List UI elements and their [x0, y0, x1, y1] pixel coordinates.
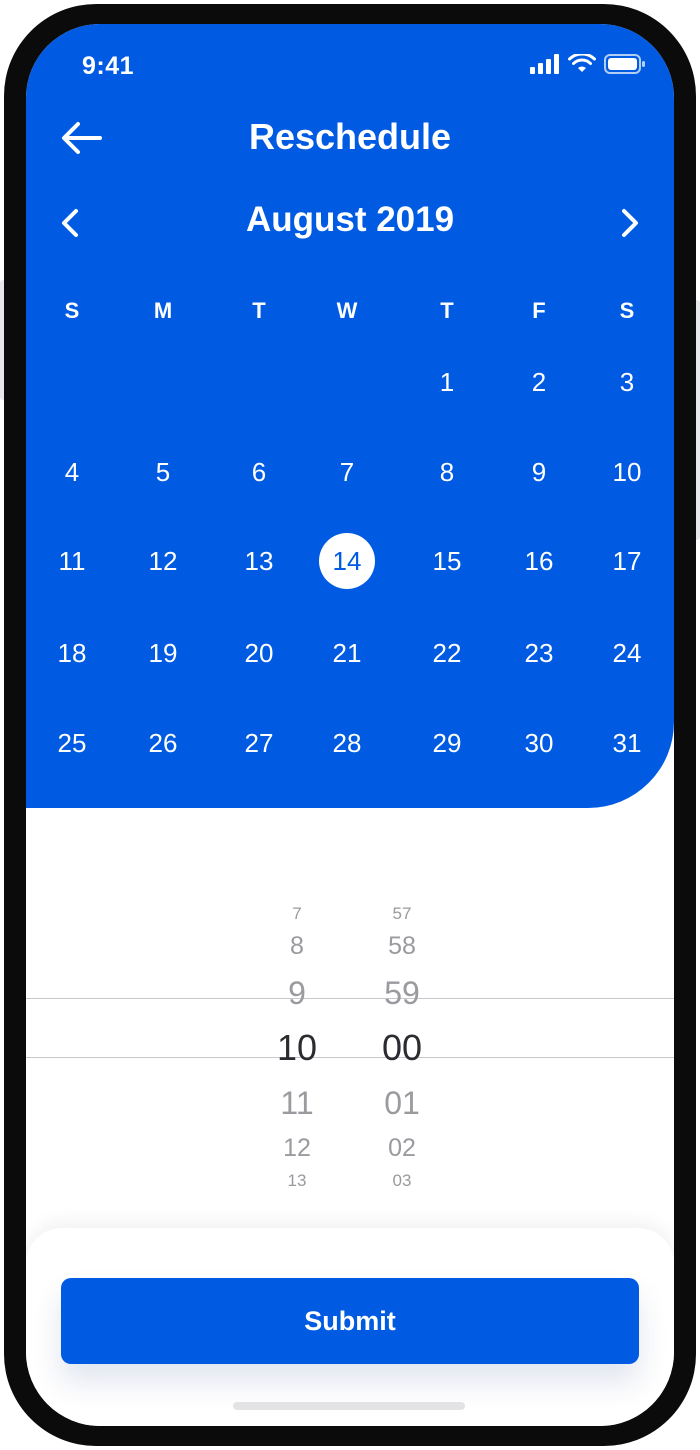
calendar-day[interactable]: 24	[599, 625, 655, 681]
calendar-day[interactable]: 23	[511, 625, 567, 681]
picker-value: 8	[290, 932, 304, 960]
calendar-day[interactable]: 22	[419, 625, 475, 681]
picker-value: 12	[283, 1134, 311, 1162]
calendar-day[interactable]: 5	[135, 444, 191, 500]
calendar-day[interactable]: 28	[319, 715, 375, 771]
picker-value: 02	[388, 1134, 416, 1162]
calendar-day[interactable]: 4	[44, 444, 100, 500]
calendar-day[interactable]: 27	[231, 715, 287, 771]
picker-value: 03	[392, 1170, 412, 1190]
calendar-day[interactable]: 10	[599, 444, 655, 500]
calendar-day[interactable]: 29	[419, 715, 475, 771]
calendar-day[interactable]: 6	[231, 444, 287, 500]
calendar-day[interactable]: 3	[599, 354, 655, 410]
device-frame: 9:41 Reschedule August 2019 S M T W T F …	[4, 4, 696, 1446]
picker-value: 59	[384, 974, 420, 1011]
calendar-day[interactable]: 16	[511, 533, 567, 589]
calendar-day-selected[interactable]: 14	[319, 533, 375, 589]
calendar-day[interactable]: 21	[319, 625, 375, 681]
calendar-day[interactable]: 17	[599, 533, 655, 589]
picker-value: 7	[292, 903, 302, 923]
calendar-day[interactable]: 8	[419, 444, 475, 500]
calendar-day[interactable]: 30	[511, 715, 567, 771]
picker-value: 9	[288, 974, 306, 1011]
calendar-day[interactable]: 26	[135, 715, 191, 771]
calendar-day[interactable]: 25	[44, 715, 100, 771]
screen: 9:41 Reschedule August 2019 S M T W T F …	[26, 24, 674, 1426]
calendar-header-panel: 9:41 Reschedule August 2019 S M T W T F …	[26, 24, 674, 808]
calendar-day[interactable]: 2	[511, 354, 567, 410]
picker-value-selected: 10	[276, 1027, 318, 1069]
picker-value: 58	[388, 932, 416, 960]
picker-value: 11	[280, 1084, 314, 1121]
calendar-day[interactable]: 13	[231, 533, 287, 589]
calendar-day[interactable]: 15	[419, 533, 475, 589]
time-picker[interactable]: 7 8 9 10 11 12 13 57 58 59 00 01 02 03	[26, 864, 674, 1190]
picker-value-selected: 00	[381, 1027, 423, 1069]
home-indicator[interactable]	[233, 1402, 465, 1410]
calendar-day[interactable]: 11	[44, 533, 100, 589]
calendar-day[interactable]: 9	[511, 444, 567, 500]
calendar-day[interactable]: 18	[44, 625, 100, 681]
calendar-day[interactable]: 31	[599, 715, 655, 771]
picker-value: 01	[384, 1084, 420, 1121]
calendar-day[interactable]: 19	[135, 625, 191, 681]
calendar-day[interactable]: 20	[231, 625, 287, 681]
calendar-day[interactable]: 12	[135, 533, 191, 589]
calendar-day[interactable]: 7	[319, 444, 375, 500]
submit-button[interactable]: Submit	[61, 1278, 639, 1364]
calendar-grid: 1 2 3 4 5 6 7 8 9 10 11 12 13 14 15 16 17 18 19 20 21 22 23 24 2…	[26, 24, 674, 808]
picker-value: 13	[287, 1170, 307, 1190]
calendar-day[interactable]: 1	[419, 354, 475, 410]
picker-value: 57	[392, 903, 412, 923]
